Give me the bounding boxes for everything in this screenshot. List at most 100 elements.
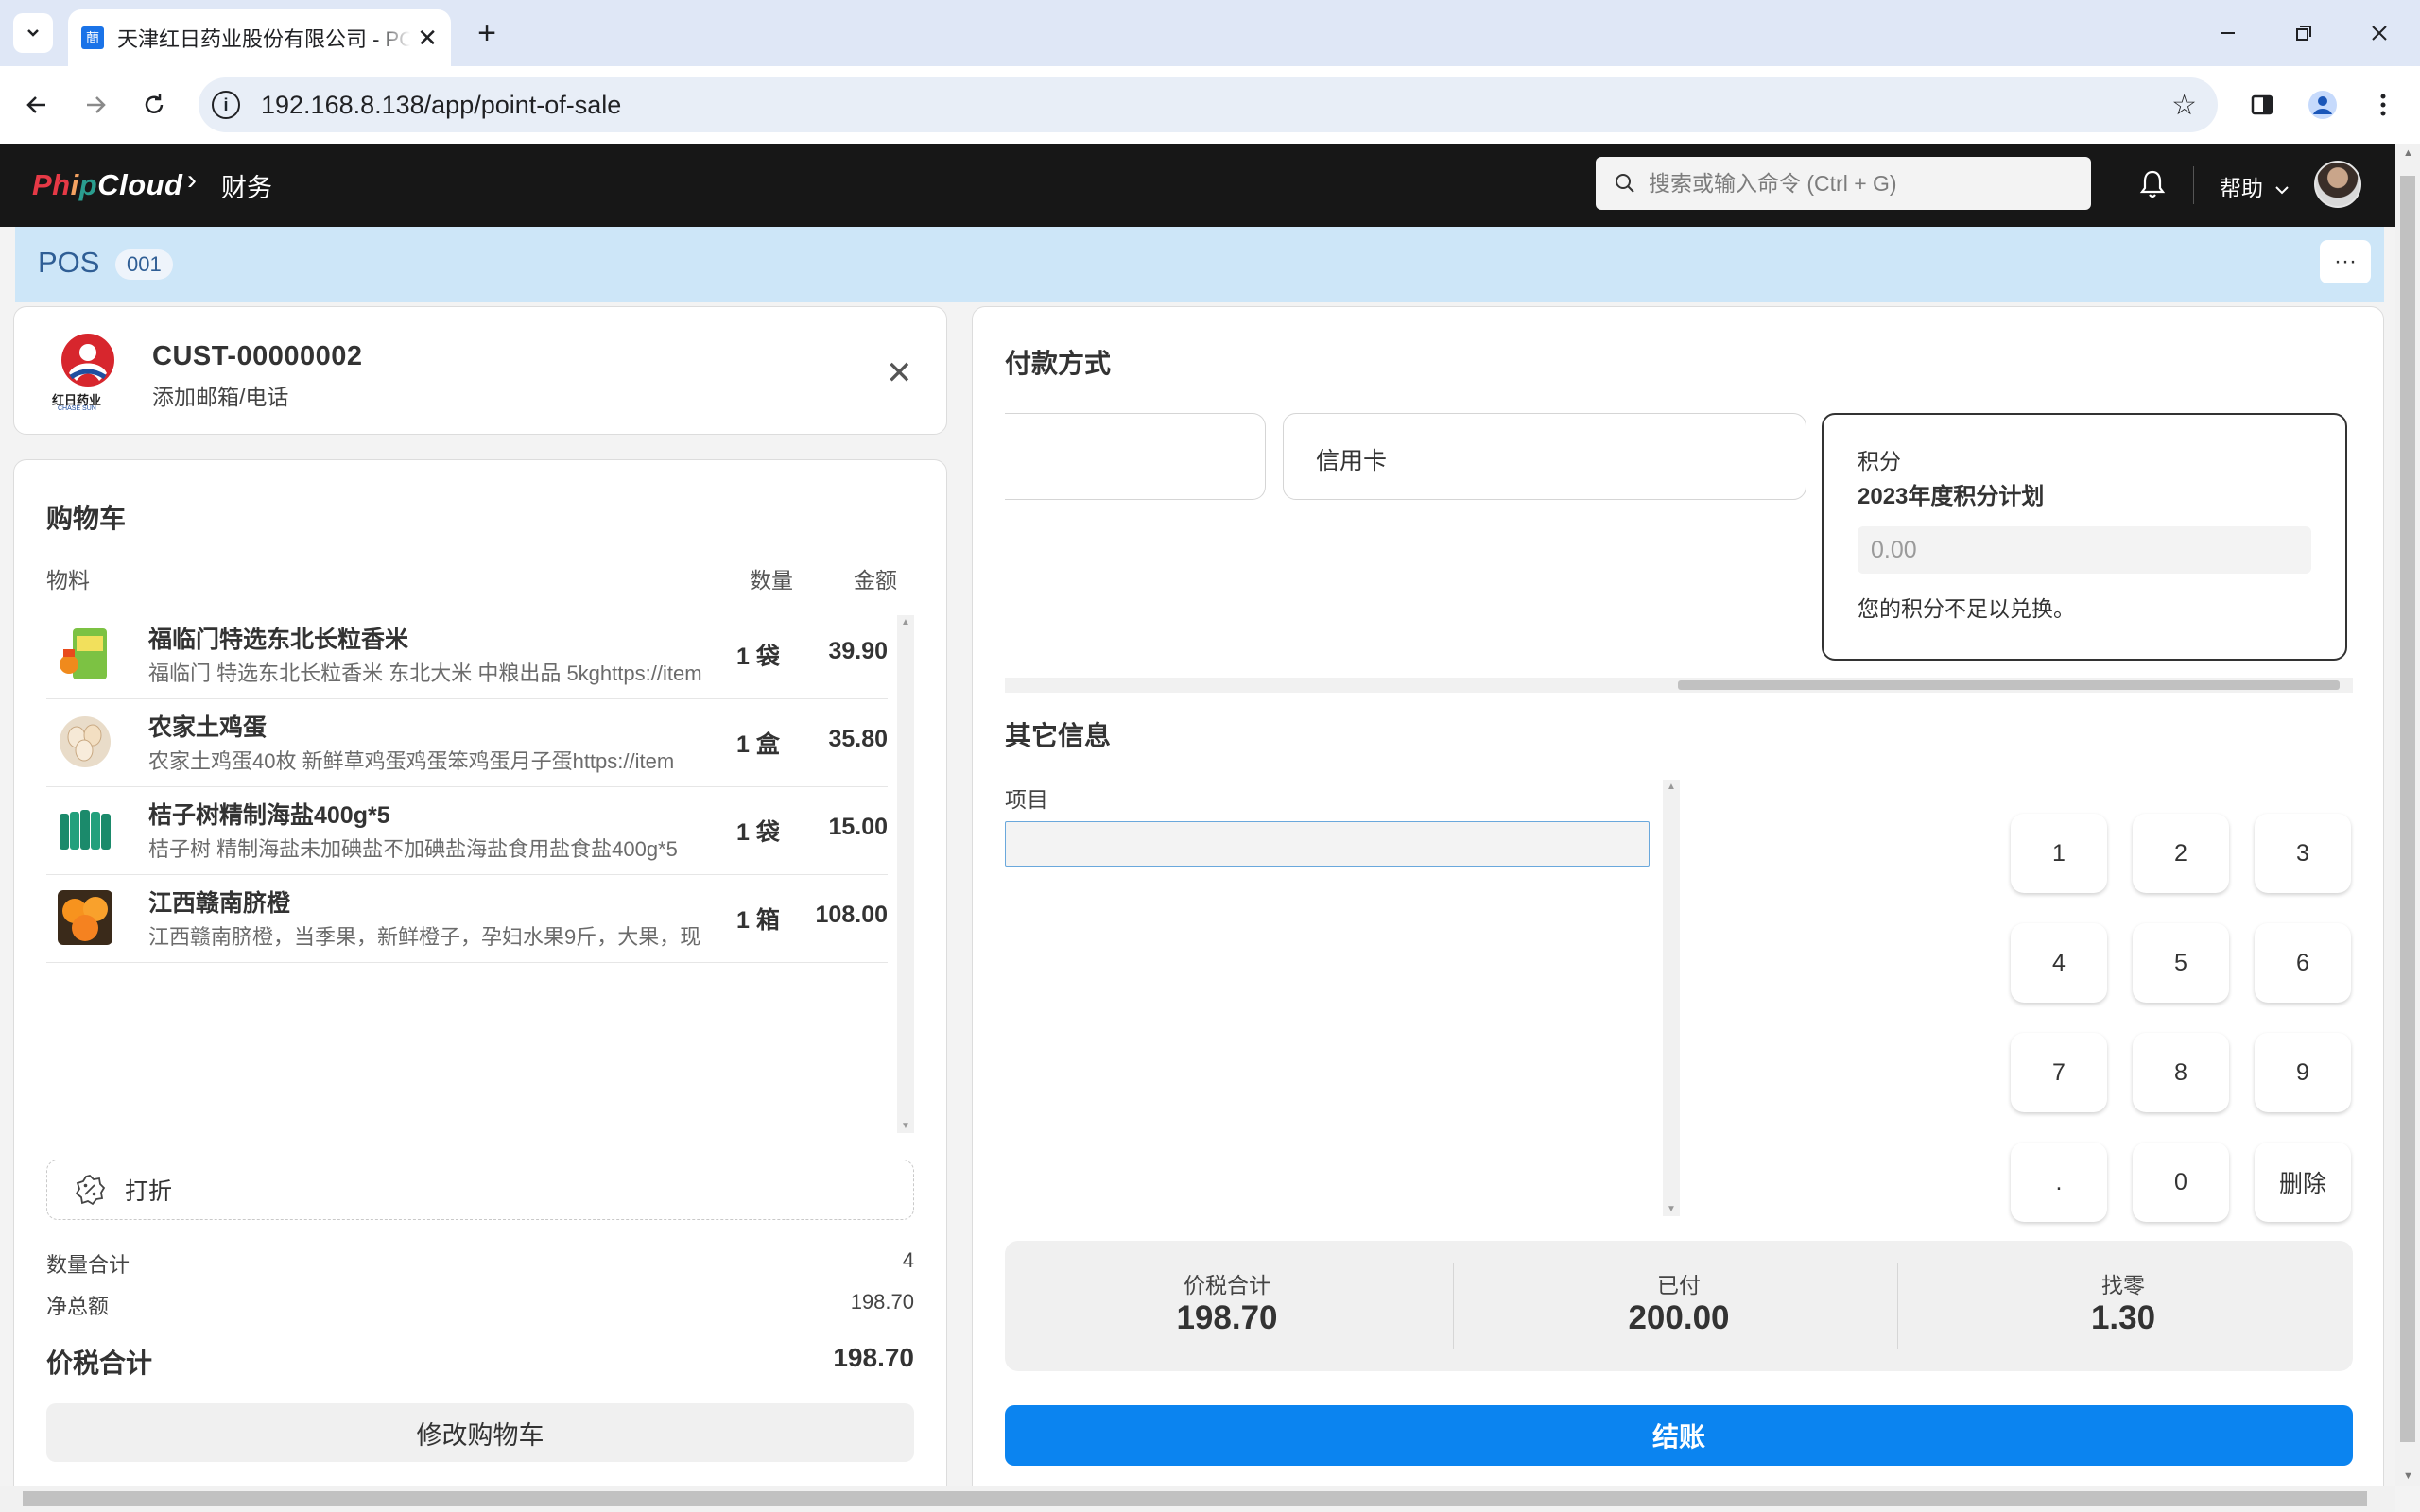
keypad-0[interactable]: 0 bbox=[2133, 1143, 2229, 1222]
page-title: POS bbox=[38, 246, 100, 279]
phipcloud-logo[interactable]: PhipCloud bbox=[32, 168, 183, 202]
total-qty-value: 4 bbox=[902, 1248, 914, 1272]
discount-label: 打折 bbox=[125, 1178, 173, 1205]
scroll-up-icon[interactable]: ▲ bbox=[1667, 782, 1676, 792]
chevron-right-icon: › bbox=[187, 164, 197, 196]
breadcrumb[interactable]: 财务 bbox=[221, 167, 272, 204]
keypad-decimal[interactable]: . bbox=[2011, 1143, 2107, 1222]
edit-cart-button[interactable]: 修改购物车 bbox=[46, 1403, 914, 1462]
scrollbar-thumb[interactable] bbox=[23, 1491, 2367, 1506]
browser-tabstrip: 蕳 天津红日药业股份有限公司 - POS ✕ + bbox=[0, 0, 2420, 66]
payment-method-cash[interactable] bbox=[1005, 413, 1266, 500]
project-input[interactable] bbox=[1005, 821, 1650, 867]
net-total-label: 净总额 bbox=[46, 1295, 110, 1318]
scroll-down-icon[interactable]: ▼ bbox=[2403, 1470, 2413, 1482]
orange-product-image bbox=[58, 890, 112, 945]
keypad-1[interactable]: 1 bbox=[2011, 814, 2107, 893]
points-label: 积分 bbox=[1858, 449, 1901, 473]
cart-item-name: 桔子树精制海盐400g*5 bbox=[148, 802, 390, 829]
customer-logo-subtext: CHASE SUN bbox=[58, 405, 96, 412]
search-icon bbox=[1616, 174, 1634, 193]
scroll-down-icon[interactable]: ▼ bbox=[1667, 1204, 1676, 1214]
keypad-4[interactable]: 4 bbox=[2011, 923, 2107, 1003]
egg-product-image bbox=[60, 716, 111, 767]
side-panel-icon[interactable] bbox=[2240, 83, 2284, 127]
page-horizontal-scrollbar[interactable] bbox=[0, 1486, 2395, 1512]
keypad-7[interactable]: 7 bbox=[2011, 1033, 2107, 1112]
scroll-up-icon[interactable]: ▲ bbox=[901, 617, 910, 627]
forward-icon[interactable] bbox=[74, 83, 117, 127]
page-head: POS 001 ··· bbox=[15, 227, 2384, 302]
totals-change-label: 找零 bbox=[2101, 1273, 2145, 1297]
cart-item[interactable]: 江西赣南脐橙 江西赣南脐橙，当季果，新鲜橙子，孕妇水果9斤，大果，现 1 箱 1… bbox=[46, 875, 888, 963]
totals-change: 找零 1.30 bbox=[1901, 1241, 2345, 1371]
new-tab-button[interactable]: + bbox=[467, 13, 507, 53]
address-bar[interactable]: i 192.168.8.138/app/point-of-sale ☆ bbox=[199, 77, 2218, 132]
user-avatar[interactable] bbox=[2314, 161, 2361, 208]
salt-product-image bbox=[58, 802, 112, 857]
restore-icon[interactable] bbox=[2284, 13, 2324, 53]
payment-methods-scrollbar[interactable] bbox=[1005, 678, 2353, 693]
cart-title: 购物车 bbox=[46, 504, 127, 533]
help-dropdown[interactable]: 帮助 bbox=[2220, 170, 2290, 202]
payment-method-credit-card[interactable]: 信用卡 bbox=[1283, 413, 1806, 500]
checkout-button[interactable]: 结账 bbox=[1005, 1405, 2353, 1466]
totals-paid: 已付 200.00 bbox=[1457, 1241, 1901, 1371]
cart-item-desc: 江西赣南脐橙，当季果，新鲜橙子，孕妇水果9斤，大果，现 bbox=[148, 925, 701, 949]
tab-title: 天津红日药业股份有限公司 - POS bbox=[117, 27, 410, 51]
back-icon[interactable] bbox=[15, 83, 59, 127]
totals-divider bbox=[1453, 1263, 1454, 1349]
grand-total-value: 198.70 bbox=[833, 1343, 914, 1372]
keypad-delete[interactable]: 删除 bbox=[2255, 1143, 2351, 1222]
close-tab-icon[interactable]: ✕ bbox=[417, 24, 438, 53]
cart-item-amount: 35.80 bbox=[828, 726, 888, 752]
app-search-input[interactable] bbox=[1649, 170, 2065, 197]
remove-customer-icon[interactable]: ✕ bbox=[886, 354, 913, 392]
logo-part: Cloud bbox=[97, 168, 183, 201]
other-info-scrollbar[interactable]: ▲ ▼ bbox=[1663, 780, 1680, 1216]
grand-total-row: 价税合计 198.70 bbox=[46, 1343, 914, 1381]
totals-change-value: 1.30 bbox=[2090, 1299, 2156, 1336]
profile-icon[interactable] bbox=[2301, 83, 2344, 127]
minimize-icon[interactable] bbox=[2208, 13, 2248, 53]
browser-menu-icon[interactable] bbox=[2361, 83, 2405, 127]
site-info-icon[interactable]: i bbox=[212, 91, 240, 119]
totals-divider bbox=[1897, 1263, 1898, 1349]
cart-item-name: 福临门特选东北长粒香米 bbox=[148, 627, 409, 653]
keypad-3[interactable]: 3 bbox=[2255, 814, 2351, 893]
cart-scrollbar[interactable]: ▲ ▼ bbox=[897, 615, 914, 1133]
keypad-9[interactable]: 9 bbox=[2255, 1033, 2351, 1112]
close-window-icon[interactable] bbox=[2360, 13, 2399, 53]
keypad-8[interactable]: 8 bbox=[2133, 1033, 2229, 1112]
points-amount-input[interactable] bbox=[1858, 526, 2311, 574]
project-label: 项目 bbox=[1005, 787, 1048, 812]
scroll-down-icon[interactable]: ▼ bbox=[901, 1121, 910, 1131]
app-search-bar[interactable] bbox=[1596, 157, 2091, 210]
payment-method-points[interactable]: 积分 2023年度积分计划 您的积分不足以兑换。 bbox=[1822, 413, 2347, 661]
totals-grand-value: 198.70 bbox=[1176, 1299, 1278, 1336]
keypad-5[interactable]: 5 bbox=[2133, 923, 2229, 1003]
keypad-2[interactable]: 2 bbox=[2133, 814, 2229, 893]
keypad-6[interactable]: 6 bbox=[2255, 923, 2351, 1003]
reload-icon[interactable] bbox=[132, 83, 176, 127]
customer-card[interactable]: 红日药业 CHASE SUN CUST-00000002 添加邮箱/电话 ✕ bbox=[13, 306, 947, 435]
page-vertical-scrollbar[interactable]: ▲ ▼ bbox=[2395, 144, 2420, 1486]
cart-item-qty: 1 盒 bbox=[736, 731, 780, 758]
payment-methods-title: 付款方式 bbox=[1005, 349, 1112, 378]
cart-item[interactable]: 福临门特选东北长粒香米 福临门 特选东北长粒香米 东北大米 中粮出品 5kght… bbox=[46, 611, 888, 699]
payment-card: 付款方式 信用卡 积分 2023年度积分计划 您的积分不足以兑换。 其它信息 项… bbox=[972, 306, 2384, 1512]
discount-button[interactable]: 打折 bbox=[46, 1160, 914, 1220]
cart-col-item: 物料 bbox=[46, 568, 90, 593]
scrollbar-thumb[interactable] bbox=[1678, 680, 2340, 690]
bell-icon[interactable] bbox=[2138, 168, 2167, 205]
chevron-down-icon bbox=[2275, 186, 2290, 195]
browser-tab-active[interactable]: 蕳 天津红日药业股份有限公司 - POS ✕ bbox=[68, 9, 451, 66]
tab-search-button[interactable] bbox=[13, 13, 53, 53]
bookmark-star-icon[interactable]: ☆ bbox=[2171, 89, 2197, 122]
grand-total-label: 价税合计 bbox=[46, 1349, 153, 1378]
cart-item[interactable]: 农家土鸡蛋 农家土鸡蛋40枚 新鲜草鸡蛋鸡蛋笨鸡蛋月子蛋https://item… bbox=[46, 699, 888, 787]
scroll-up-icon[interactable]: ▲ bbox=[2403, 147, 2413, 159]
more-menu-button[interactable]: ··· bbox=[2320, 240, 2371, 284]
scrollbar-thumb[interactable] bbox=[2400, 176, 2415, 1442]
cart-item[interactable]: 桔子树精制海盐400g*5 桔子树 精制海盐未加碘盐不加碘盐海盐食用盐食盐400… bbox=[46, 787, 888, 875]
